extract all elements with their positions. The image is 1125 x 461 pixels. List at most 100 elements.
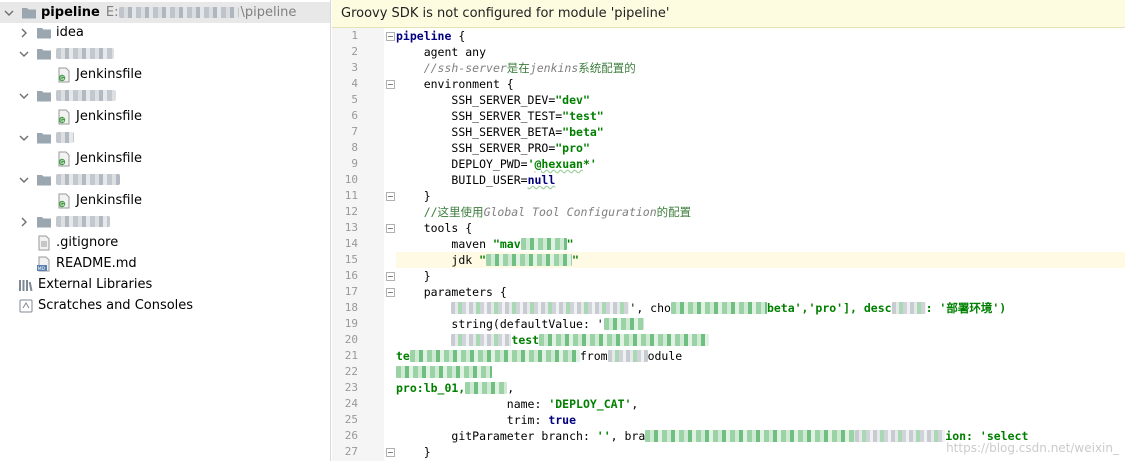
line-number: 20 [344,333,358,346]
code-line-1: pipeline { [396,29,466,43]
tree-folder-4[interactable] [0,169,120,190]
tree-folder-3[interactable] [0,127,74,148]
tree-file-label: README.md [56,256,137,271]
folder-icon [36,88,52,104]
tree-root-path-suffix: \pipeline [240,5,297,20]
scratch-icon [18,298,34,314]
redacted-folder-name [56,174,120,185]
line-number: 15 [344,253,358,266]
redacted-code [486,254,573,266]
code-line-9: DEPLOY_PWD='@hexuan*' [451,157,597,171]
line-number: 23 [344,381,358,394]
tree-file-jenkinsfile-3[interactable]: G Jenkinsfile [0,148,142,169]
line-number-gutter: 1 2 3 4 5 6 7 8 9 10 11 12 13 14 15 16 17 18 19 20 21 22 23 24 2… [332,28,384,461]
fold-marker-icon[interactable] [384,444,396,460]
code-line-10: BUILD_USER=null [451,173,556,187]
redacted-folder-name [56,48,114,59]
chevron-down-icon[interactable] [18,132,30,144]
code-line-15-current: jdk " " [396,252,1125,268]
code-line-25: trim: true [506,413,577,427]
tree-folder-1[interactable] [0,43,114,64]
tree-item-label: idea [56,25,84,40]
redacted-code [396,366,492,378]
svg-text:G: G [60,160,64,166]
svg-text:MD: MD [38,266,46,272]
tree-file-jenkinsfile-2[interactable]: G Jenkinsfile [0,106,142,127]
project-tree: pipeline E: \pipeline idea G Jenkinsfile… [0,0,331,461]
line-number: 8 [351,141,358,154]
redacted-code [670,302,767,314]
tree-folder-5[interactable] [0,211,110,232]
tree-item-label: Scratches and Consoles [38,298,194,313]
code-editor[interactable]: pipeline { agent any //ssh-server是在jenki… [396,28,1125,461]
line-number: 19 [344,317,358,330]
line-number: 9 [351,157,358,170]
tree-root-pipeline[interactable]: pipeline E: \pipeline [0,2,330,23]
line-number: 21 [344,349,358,362]
code-line-14: maven "mav " [451,237,574,251]
line-number: 1 [351,29,358,42]
tree-file-label: .gitignore [56,235,119,250]
line-number: 2 [351,45,358,58]
line-number: 22 [344,365,358,378]
fold-marker-icon[interactable] [384,268,396,284]
chevron-right-icon[interactable] [18,27,30,39]
fold-marker-icon[interactable] [384,284,396,300]
line-number: 14 [344,237,358,250]
redacted-code [465,382,508,394]
code-line-18: ', cho beta','pro'], desc: '部署环境') [396,300,1125,316]
tree-file-readme[interactable]: MD README.md [0,253,137,274]
sdk-warning-text: Groovy SDK is not configured for module … [341,6,670,21]
code-line-24: name: 'DEPLOY_CAT', [506,397,639,411]
tree-item-idea[interactable]: idea [0,22,84,43]
chevron-down-icon[interactable] [18,48,30,60]
groovy-file-icon: G [56,109,72,125]
svg-text:G: G [60,76,64,82]
line-number: 26 [344,429,358,442]
code-line-16: } [423,269,431,283]
tree-file-jenkinsfile-1[interactable]: G Jenkinsfile [0,64,142,85]
folder-icon [21,5,37,21]
tree-external-libraries[interactable]: External Libraries [0,274,152,295]
redacted-code [520,238,567,250]
fold-marker-icon[interactable] [384,188,396,204]
chevron-down-icon[interactable] [18,174,30,186]
folder-icon [36,46,52,62]
tree-file-label: Jenkinsfile [76,109,143,124]
code-line-20: test [396,332,1125,348]
code-line-6: SSH_SERVER_TEST="test" [451,109,604,123]
svg-text:G: G [60,202,64,208]
redacted-code [891,302,926,314]
groovy-file-icon: G [56,67,72,83]
fold-marker-icon[interactable] [384,76,396,92]
chevron-right-icon[interactable] [18,216,30,228]
line-number: 24 [344,397,358,410]
redacted-folder-name [56,90,116,101]
tree-file-label: Jenkinsfile [76,193,143,208]
redacted-code [607,350,648,362]
redacted-code [539,334,710,346]
chevron-down-icon[interactable] [18,90,30,102]
chevron-down-icon[interactable] [3,7,15,19]
tree-file-gitignore[interactable]: .gitignore [0,232,118,253]
redacted-folder-name [56,132,74,143]
line-number: 16 [344,269,358,282]
line-number: 18 [344,301,358,314]
markdown-file-icon: MD [36,256,52,272]
code-line-22 [396,364,1125,380]
fold-marker-icon[interactable] [384,28,396,44]
watermark: https://blog.csdn.net/weixin_ [946,441,1119,455]
tree-folder-2[interactable] [0,85,116,106]
line-number: 13 [344,221,358,234]
code-line-5: SSH_SERVER_DEV="dev" [451,93,590,107]
folder-icon [36,130,52,146]
tree-scratches[interactable]: Scratches and Consoles [0,295,193,316]
code-line-8: SSH_SERVER_PRO="pro" [451,141,590,155]
tree-file-label: Jenkinsfile [76,151,143,166]
folder-icon [36,25,52,41]
tree-file-jenkinsfile-4[interactable]: G Jenkinsfile [0,190,142,211]
fold-gutter [384,28,396,461]
tree-root-path-prefix: E: [105,5,119,20]
fold-marker-icon[interactable] [384,220,396,236]
line-number: 12 [344,205,358,218]
